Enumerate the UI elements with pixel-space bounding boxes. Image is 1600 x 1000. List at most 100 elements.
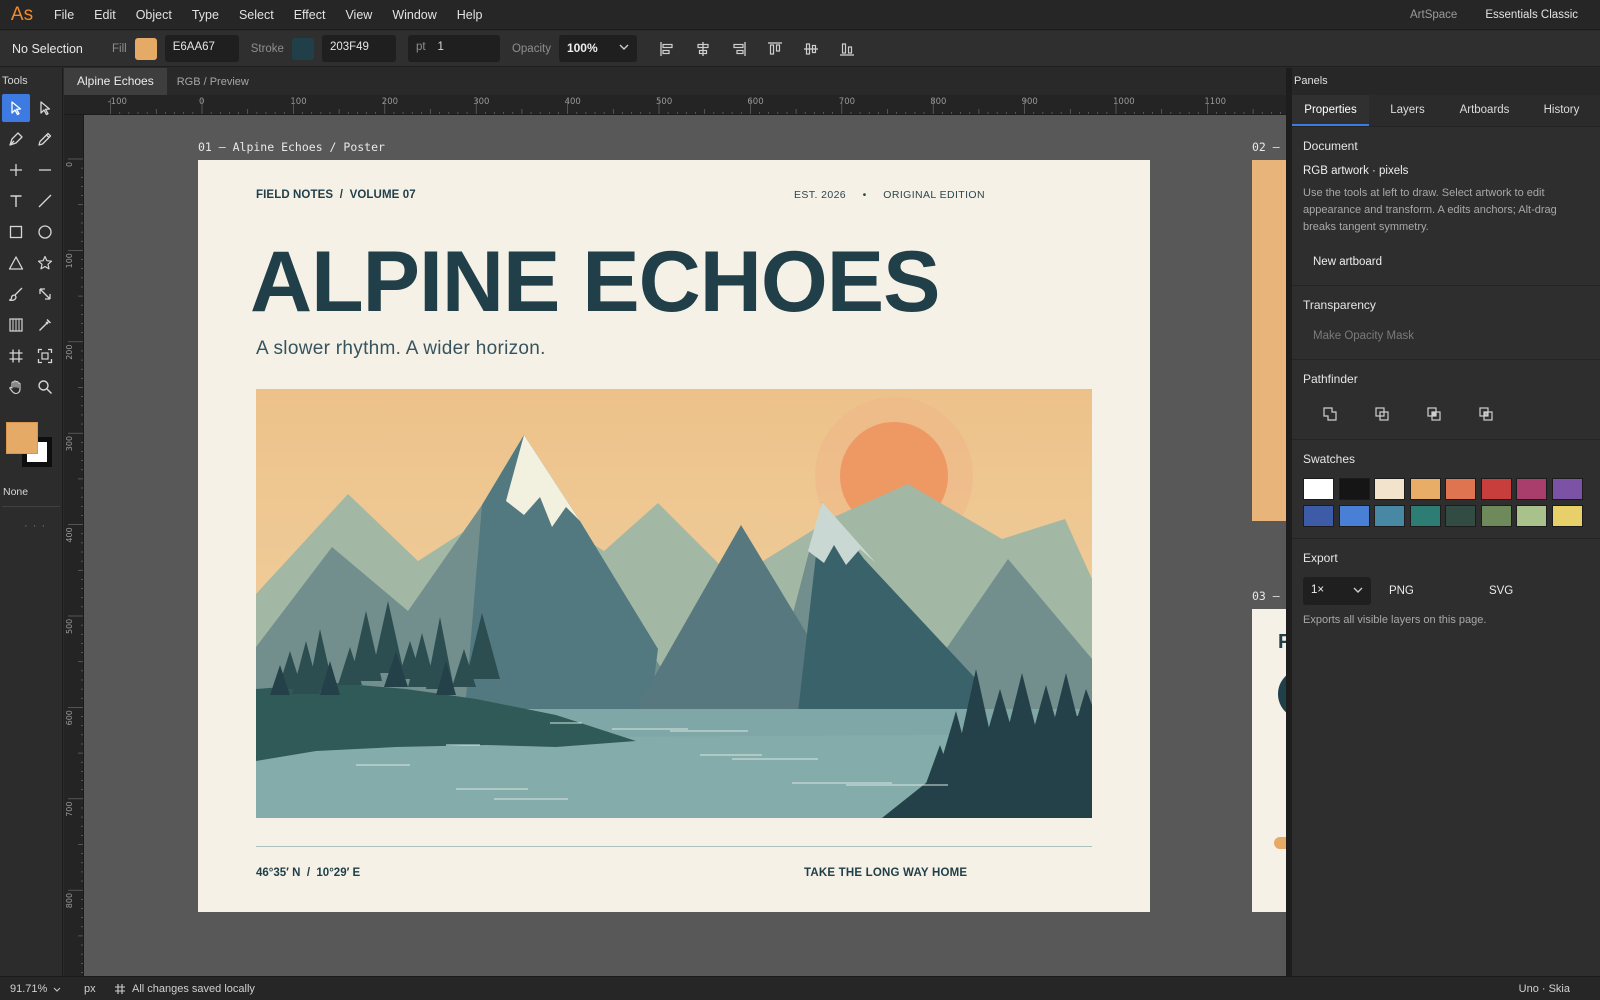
document-tab-alpine-echoes[interactable]: Alpine Echoes: [64, 68, 167, 95]
pathfinder-unite-button[interactable]: [1313, 400, 1346, 428]
swatch-4[interactable]: [1409, 478, 1441, 500]
swatch-14[interactable]: [1480, 505, 1512, 527]
gradient-tool[interactable]: [2, 311, 30, 339]
artboard-tool[interactable]: [31, 342, 59, 370]
align-horizontal-center-button[interactable]: [685, 35, 721, 63]
menu-window[interactable]: Window: [382, 0, 446, 30]
slice-tool[interactable]: [2, 342, 30, 370]
none-color-button[interactable]: None: [3, 486, 28, 498]
ellipse-tool[interactable]: [31, 218, 59, 246]
workspace-switcher[interactable]: Essentials Classic: [1485, 9, 1578, 21]
align-right-button[interactable]: [721, 35, 757, 63]
swatch-10[interactable]: [1338, 505, 1370, 527]
swatch-6[interactable]: [1480, 478, 1512, 500]
vertical-ruler[interactable]: 0 100 200 300 400 500 600 700 800: [64, 115, 84, 976]
swatch-9[interactable]: [1303, 505, 1334, 527]
polygon-tool[interactable]: [2, 249, 30, 277]
line-tool[interactable]: [31, 187, 59, 215]
poster-landscape-illustration[interactable]: [256, 389, 1092, 818]
zoom-dropdown[interactable]: 91.71%: [10, 983, 84, 995]
save-status: All changes saved locally: [132, 982, 255, 995]
artboard-1-label[interactable]: 01 — Alpine Echoes / Poster: [198, 140, 385, 154]
pathfinder-minus-front-button[interactable]: [1365, 400, 1398, 428]
swatch-8[interactable]: [1551, 478, 1583, 500]
menu-type[interactable]: Type: [182, 0, 229, 30]
artboard-3-label[interactable]: 03 —: [1252, 589, 1280, 603]
fill-swatch[interactable]: [134, 37, 157, 60]
fill-color-chip[interactable]: [6, 422, 38, 454]
poster-title[interactable]: ALPINE ECHOES: [250, 232, 940, 332]
make-opacity-mask-button[interactable]: Make Opacity Mask: [1303, 324, 1589, 348]
tab-layers[interactable]: Layers: [1369, 95, 1446, 126]
artboard-2-label[interactable]: 02 —: [1252, 140, 1280, 154]
poster-tagline[interactable]: TAKE THE LONG WAY HOME: [804, 867, 967, 879]
pencil-tool[interactable]: [31, 125, 59, 153]
swatch-5[interactable]: [1445, 478, 1476, 500]
zoom-tool[interactable]: [31, 373, 59, 401]
menu-effect[interactable]: Effect: [284, 0, 336, 30]
eyedropper-tool[interactable]: [31, 311, 59, 339]
rectangle-tool[interactable]: [2, 218, 30, 246]
stroke-hex-input[interactable]: 203F49: [321, 35, 396, 62]
swatch-15[interactable]: [1516, 505, 1547, 527]
menu-view[interactable]: View: [335, 0, 382, 30]
align-vertical-center-button[interactable]: [793, 35, 829, 63]
stroke-swatch[interactable]: [291, 37, 314, 60]
add-anchor-tool[interactable]: [2, 156, 30, 184]
new-artboard-button[interactable]: New artboard: [1303, 250, 1589, 274]
diagonal-resize-icon: [39, 288, 51, 300]
star-tool[interactable]: [31, 249, 59, 277]
horizontal-ruler[interactable]: -100010020030040050060070080090010001100: [64, 95, 1286, 115]
align-bottom-button[interactable]: [829, 35, 865, 63]
tab-properties[interactable]: Properties: [1292, 95, 1369, 126]
hand-icon: [9, 380, 21, 395]
panel-tabs: Properties Layers Artboards History: [1292, 95, 1600, 127]
opacity-dropdown[interactable]: 100%: [558, 35, 637, 62]
swatch-16[interactable]: [1551, 505, 1583, 527]
grid-toggle-icon[interactable]: [114, 983, 126, 995]
swatch-2[interactable]: [1338, 478, 1370, 500]
poster-kicker[interactable]: FIELD NOTES / VOLUME 07: [256, 189, 416, 201]
type-tool[interactable]: [2, 187, 30, 215]
intersect-icon: [1426, 407, 1441, 421]
menu-object[interactable]: Object: [126, 0, 182, 30]
export-svg-button[interactable]: SVG: [1489, 585, 1589, 597]
scale-tool[interactable]: [31, 280, 59, 308]
swatch-12[interactable]: [1409, 505, 1441, 527]
tab-history[interactable]: History: [1523, 95, 1600, 126]
swatch-13[interactable]: [1445, 505, 1476, 527]
swatch-3[interactable]: [1374, 478, 1405, 500]
poster-edition[interactable]: EST. 2026 • ORIGINAL EDITION: [794, 189, 985, 201]
fill-hex-input[interactable]: E6AA67: [164, 35, 239, 62]
align-top-button[interactable]: [757, 35, 793, 63]
swatch-7[interactable]: [1516, 478, 1547, 500]
direct-selection-tool[interactable]: [31, 94, 59, 122]
pathfinder-intersect-button[interactable]: [1417, 400, 1450, 428]
units-selector[interactable]: px: [84, 983, 114, 995]
tab-artboards[interactable]: Artboards: [1446, 95, 1523, 126]
export-scale-dropdown[interactable]: 1×: [1303, 577, 1371, 605]
stroke-weight-input[interactable]: pt 1: [407, 35, 500, 62]
selection-tool[interactable]: [2, 94, 30, 122]
pathfinder-exclude-button[interactable]: [1469, 400, 1502, 428]
artboard-3[interactable]: P: [1252, 609, 1286, 912]
canvas[interactable]: 01 — Alpine Echoes / Poster 02 — 03 — FI…: [84, 115, 1286, 976]
swatch-11[interactable]: [1374, 505, 1405, 527]
paintbrush-tool[interactable]: [2, 280, 30, 308]
artboard-2[interactable]: [1252, 160, 1286, 521]
menu-select[interactable]: Select: [229, 0, 284, 30]
pen-tool[interactable]: [2, 125, 30, 153]
more-tools-button[interactable]: · · ·: [24, 520, 46, 532]
delete-anchor-tool[interactable]: [31, 156, 59, 184]
menu-help[interactable]: Help: [447, 0, 493, 30]
menu-file[interactable]: File: [44, 0, 84, 30]
swatch-1[interactable]: [1303, 478, 1334, 500]
menu-edit[interactable]: Edit: [84, 0, 126, 30]
export-png-button[interactable]: PNG: [1389, 585, 1489, 597]
align-left-button[interactable]: [649, 35, 685, 63]
tools-divider: [2, 506, 60, 507]
poster-subtitle[interactable]: A slower rhythm. A wider horizon.: [256, 338, 546, 360]
poster-coordinates[interactable]: 46°35′ N / 10°29′ E: [256, 867, 360, 879]
artboard-poster[interactable]: FIELD NOTES / VOLUME 07 EST. 2026 • ORIG…: [198, 160, 1150, 912]
hand-tool[interactable]: [2, 373, 30, 401]
